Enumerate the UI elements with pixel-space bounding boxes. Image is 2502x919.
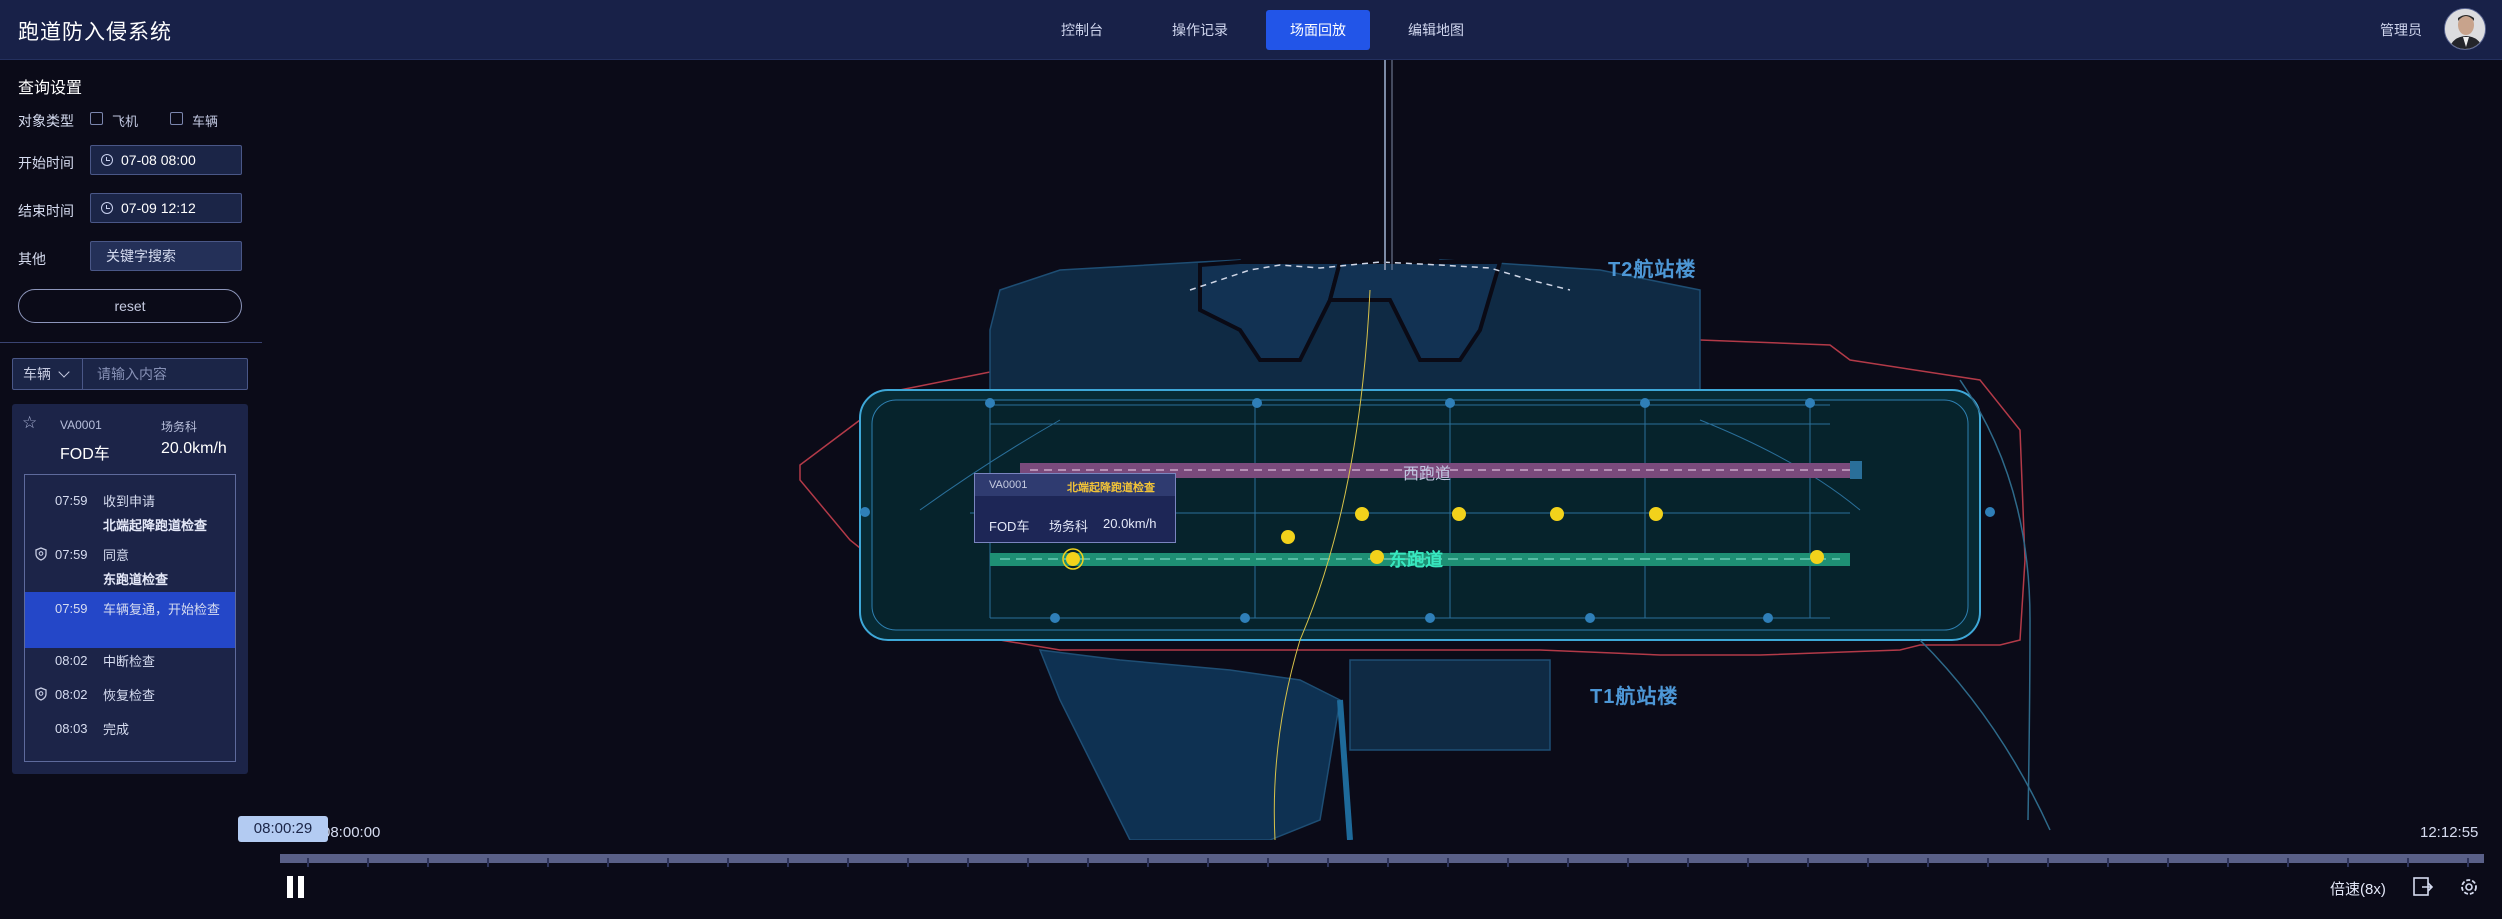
gear-icon[interactable] — [2458, 876, 2480, 898]
east-runway-label: 东跑道 — [1389, 550, 1443, 570]
playback-track[interactable] — [280, 854, 2484, 867]
playback-speed[interactable]: 倍速(8x) — [2330, 878, 2386, 899]
tooltip-task: 北端起降跑道检查 — [1067, 482, 1155, 494]
checkbox-aircraft-label[interactable]: 飞机 — [112, 111, 138, 130]
terminal-t2-label: T2航站楼 — [1608, 259, 1697, 281]
vehicle-card[interactable]: ☆ VA0001 场务科 FOD车 20.0km/h 07:59 收到申请 北端… — [12, 404, 248, 774]
user-name[interactable]: 管理员 — [2380, 20, 2422, 40]
airport-map[interactable]: T2航站楼 T1航站楼 西跑道 东跑道 全览 鹰眼 — [262, 60, 2502, 840]
tooltip-vehicle-dept: 场务科 — [1049, 519, 1089, 534]
chevron-down-icon — [58, 366, 70, 378]
checkbox-vehicle-label[interactable]: 车辆 — [192, 111, 218, 130]
airport-map-canvas — [799, 60, 2051, 840]
start-time-value: 07-08 08:00 — [121, 152, 196, 168]
app-title: 跑道防入侵系统 — [18, 21, 172, 44]
event-name: 恢复检查 — [103, 688, 156, 703]
end-time-label: 结束时间 — [18, 203, 74, 219]
shield-icon — [35, 547, 47, 561]
reset-button[interactable]: reset — [18, 289, 242, 323]
event-name: 车辆复通，开始检查 — [103, 602, 221, 617]
clock-icon — [101, 202, 113, 214]
event-timeline: 07:59 收到申请 北端起降跑道检查 07:59 同意 东跑道检查 07:59… — [24, 474, 236, 762]
playback-current-time: 08:00:29 — [238, 816, 328, 842]
object-type-label: 对象类型 — [18, 113, 74, 129]
object-type-select[interactable]: 车辆 — [12, 358, 82, 390]
playback-end-time: 12:12:55 — [2420, 824, 2479, 841]
nav-operation-log[interactable]: 操作记录 — [1148, 10, 1252, 50]
vehicle-dept: 场务科 — [161, 420, 198, 434]
object-type-select-value: 车辆 — [23, 366, 51, 382]
event-time: 07:59 — [55, 547, 88, 562]
vehicle-tooltip: VA0001 北端起降跑道检查 FOD车 场务科 20.0km/h — [974, 473, 1176, 543]
avatar-person-icon — [2445, 9, 2485, 49]
vehicle-type: FOD车 — [60, 446, 110, 463]
vehicle-id: VA0001 — [60, 418, 102, 432]
end-time-field[interactable]: 07-09 12:12 — [90, 193, 242, 223]
event-name: 中断检查 — [103, 654, 156, 669]
playback-track-ticks — [307, 858, 2469, 867]
query-panel: 查询设置 对象类型 飞机 车辆 开始时间 07-08 08:00 结束时间 07… — [0, 60, 262, 780]
tooltip-vehicle-speed: 20.0km/h — [1103, 516, 1157, 531]
main-nav: 控制台 操作记录 场面回放 编辑地图 — [1030, 10, 1502, 50]
tooltip-header: VA0001 北端起降跑道检查 — [975, 474, 1175, 496]
event-time: 07:59 — [55, 493, 88, 508]
nav-console[interactable]: 控制台 — [1030, 10, 1134, 50]
start-time-field[interactable]: 07-08 08:00 — [90, 145, 242, 175]
event-detail: 北端起降跑道检查 — [103, 518, 208, 533]
event-name: 完成 — [103, 722, 130, 737]
other-label: 其他 — [18, 251, 46, 267]
end-time-value: 07-09 12:12 — [121, 200, 196, 216]
nav-scene-playback[interactable]: 场面回放 — [1266, 10, 1370, 50]
tooltip-vehicle-type: FOD车 — [989, 519, 1030, 534]
checkbox-vehicle[interactable] — [170, 112, 183, 125]
playback-bar: 08:00:00 08:00:29 12:12:55 倍速(8x) — [0, 810, 2502, 919]
panel-divider — [0, 342, 262, 343]
pause-icon[interactable] — [286, 876, 306, 898]
checkbox-aircraft[interactable] — [90, 112, 103, 125]
event-name: 同意 — [103, 548, 130, 563]
nav-edit-map[interactable]: 编辑地图 — [1384, 10, 1488, 50]
event-name: 收到申请 — [103, 494, 156, 509]
playback-start-time: 08:00:00 — [322, 824, 381, 841]
vehicle-speed: 20.0km/h — [161, 440, 227, 457]
exit-playback-icon[interactable] — [2412, 876, 2434, 898]
avatar[interactable] — [2444, 8, 2486, 50]
event-time: 08:02 — [55, 687, 88, 702]
content-search-input[interactable] — [82, 358, 248, 390]
tooltip-vehicle-id: VA0001 — [989, 479, 1028, 491]
clock-icon — [101, 154, 113, 166]
star-icon[interactable]: ☆ — [22, 414, 37, 431]
shield-icon — [35, 687, 47, 701]
event-time: 07:59 — [55, 601, 88, 616]
event-time: 08:02 — [55, 653, 88, 668]
event-time: 08:03 — [55, 721, 88, 736]
start-time-label: 开始时间 — [18, 155, 74, 171]
event-detail: 东跑道检查 — [103, 572, 169, 587]
app-root: 跑道防入侵系统 控制台 操作记录 场面回放 编辑地图 管理员 查询设置 对象类型… — [0, 0, 2502, 919]
keyword-search-input[interactable] — [90, 241, 242, 271]
query-settings-title: 查询设置 — [18, 80, 83, 97]
top-header: 跑道防入侵系统 控制台 操作记录 场面回放 编辑地图 管理员 — [0, 0, 2502, 60]
west-runway-label: 西跑道 — [1403, 466, 1452, 483]
terminal-t1-label: T1航站楼 — [1590, 686, 1679, 708]
